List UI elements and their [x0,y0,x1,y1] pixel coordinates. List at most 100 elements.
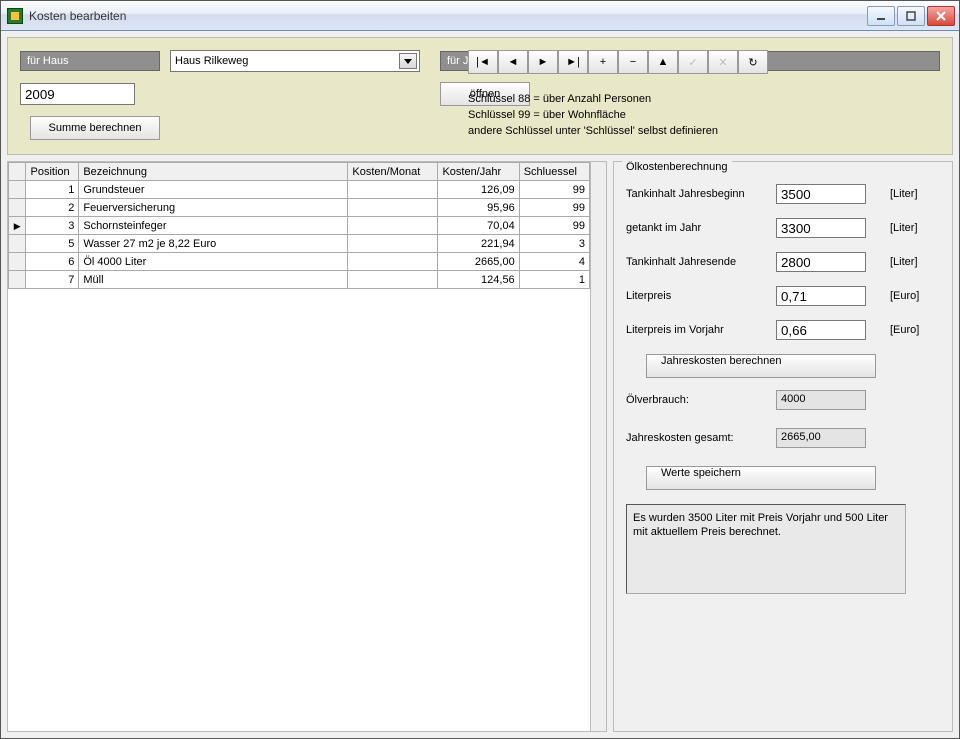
hint-line-3: andere Schlüssel unter 'Schlüssel' selbs… [468,124,940,140]
nav-refresh-button[interactable]: ↻ [738,50,768,74]
col-schluessel[interactable]: Schluessel [519,163,589,181]
col-kosten-jahr[interactable]: Kosten/Jahr [438,163,519,181]
combo-arrow-icon [399,53,417,69]
cell-schluessel[interactable]: 3 [519,235,589,253]
cell-position[interactable]: 1 [26,181,79,199]
cell-schluessel[interactable]: 4 [519,253,589,271]
cell-bezeichnung[interactable]: Wasser 27 m2 je 8,22 Euro [79,235,348,253]
top-form-panel: für Haus Haus Rilkeweg |◄ ◄ ► ►| + − ▲ ✓… [7,37,953,155]
cell-kosten-jahr[interactable]: 126,09 [438,181,519,199]
nav-prev-button[interactable]: ◄ [498,50,528,74]
total-label: Jahreskosten gesamt: [626,432,776,444]
oil-message-box: Es wurden 3500 Liter mit Preis Vorjahr u… [626,504,906,594]
cell-position[interactable]: 3 [26,217,79,235]
top-right-area: |◄ ◄ ► ►| + − ▲ ✓ ✕ ↻ Schlüssel 88 = übe… [468,50,940,140]
titlebar: Kosten bearbeiten [1,1,959,31]
cell-bezeichnung[interactable]: Feuerversicherung [79,199,348,217]
nav-delete-button[interactable]: − [618,50,648,74]
maximize-icon [906,11,916,21]
tank-start-label: Tankinhalt Jahresbeginn [626,188,776,200]
tanked-label: getankt im Jahr [626,222,776,234]
total-value: 2665,00 [776,428,866,448]
cell-bezeichnung[interactable]: Müll [79,271,348,289]
tank-end-input[interactable] [776,252,866,272]
cell-position[interactable]: 7 [26,271,79,289]
cell-position[interactable]: 2 [26,199,79,217]
cell-bezeichnung[interactable]: Grundsteuer [79,181,348,199]
cell-kosten-monat[interactable] [348,199,438,217]
cell-kosten-jahr[interactable]: 70,04 [438,217,519,235]
hint-line-2: Schlüssel 99 = über Wohnfläche [468,108,940,124]
nav-cancel-button[interactable]: ✕ [708,50,738,74]
oil-group-title: Ölkostenberechnung [622,161,732,173]
price-label: Literpreis [626,290,776,302]
table-row[interactable]: ▶ 3Schornsteinfeger 70,0499 [9,217,590,235]
minimize-icon [876,11,886,21]
content-area: Position Bezeichnung Kosten/Monat Kosten… [7,161,953,732]
window-title: Kosten bearbeiten [29,9,867,23]
cell-bezeichnung[interactable]: Öl 4000 Liter [79,253,348,271]
cell-schluessel[interactable]: 99 [519,217,589,235]
cell-schluessel[interactable]: 99 [519,199,589,217]
liter-unit-1: [Liter] [890,188,930,200]
price-prev-label: Literpreis im Vorjahr [626,324,776,336]
hint-line-1: Schlüssel 88 = über Anzahl Personen [468,92,940,108]
consumption-label: Ölverbrauch: [626,394,776,406]
house-combo[interactable]: Haus Rilkeweg [170,50,420,72]
nav-first-button[interactable]: |◄ [468,50,498,74]
grid-scrollbar[interactable] [590,162,606,731]
cell-kosten-monat[interactable] [348,271,438,289]
year-input[interactable] [20,83,135,105]
table-row[interactable]: 5Wasser 27 m2 je 8,22 Euro 221,943 [9,235,590,253]
nav-edit-button[interactable]: ▲ [648,50,678,74]
cell-kosten-monat[interactable] [348,181,438,199]
cell-position[interactable]: 5 [26,235,79,253]
maximize-button[interactable] [897,6,925,26]
cell-kosten-jahr[interactable]: 95,96 [438,199,519,217]
table-row[interactable]: 1Grundsteuer 126,0999 [9,181,590,199]
cell-schluessel[interactable]: 99 [519,181,589,199]
sum-button[interactable]: Summe berechnen [30,116,160,140]
table-row[interactable]: 7Müll 124,561 [9,271,590,289]
close-icon [936,11,946,21]
tank-end-label: Tankinhalt Jahresende [626,256,776,268]
nav-next-button[interactable]: ► [528,50,558,74]
table-row[interactable]: 2Feuerversicherung 95,9699 [9,199,590,217]
house-combo-value: Haus Rilkeweg [175,55,248,67]
nav-last-button[interactable]: ►| [558,50,588,74]
price-input[interactable] [776,286,866,306]
price-prev-input[interactable] [776,320,866,340]
cell-kosten-monat[interactable] [348,217,438,235]
cell-kosten-monat[interactable] [348,235,438,253]
row-marker-icon: ▶ [14,221,21,231]
tank-start-input[interactable] [776,184,866,204]
cost-grid[interactable]: Position Bezeichnung Kosten/Monat Kosten… [8,162,590,289]
liter-unit-2: [Liter] [890,222,930,234]
nav-post-button[interactable]: ✓ [678,50,708,74]
cell-kosten-jahr[interactable]: 2665,00 [438,253,519,271]
cell-bezeichnung[interactable]: Schornsteinfeger [79,217,348,235]
minimize-button[interactable] [867,6,895,26]
consumption-value: 4000 [776,390,866,410]
euro-unit-1: [Euro] [890,290,930,302]
col-position[interactable]: Position [26,163,79,181]
tanked-input[interactable] [776,218,866,238]
calc-year-cost-button[interactable]: Jahreskosten berechnen [646,354,876,378]
cell-kosten-jahr[interactable]: 124,56 [438,271,519,289]
close-button[interactable] [927,6,955,26]
house-label: für Haus [20,51,160,71]
table-row[interactable]: 6Öl 4000 Liter 2665,004 [9,253,590,271]
app-icon [7,8,23,24]
cell-kosten-monat[interactable] [348,253,438,271]
cell-position[interactable]: 6 [26,253,79,271]
col-bezeichnung[interactable]: Bezeichnung [79,163,348,181]
save-values-button[interactable]: Werte speichern [646,466,876,490]
db-navigator: |◄ ◄ ► ►| + − ▲ ✓ ✕ ↻ [468,50,940,74]
window-frame: Kosten bearbeiten für Haus Haus Rilkeweg… [0,0,960,739]
key-hint: Schlüssel 88 = über Anzahl Personen Schl… [468,92,940,140]
cell-schluessel[interactable]: 1 [519,271,589,289]
cell-kosten-jahr[interactable]: 221,94 [438,235,519,253]
col-kosten-monat[interactable]: Kosten/Monat [348,163,438,181]
euro-unit-2: [Euro] [890,324,930,336]
nav-add-button[interactable]: + [588,50,618,74]
